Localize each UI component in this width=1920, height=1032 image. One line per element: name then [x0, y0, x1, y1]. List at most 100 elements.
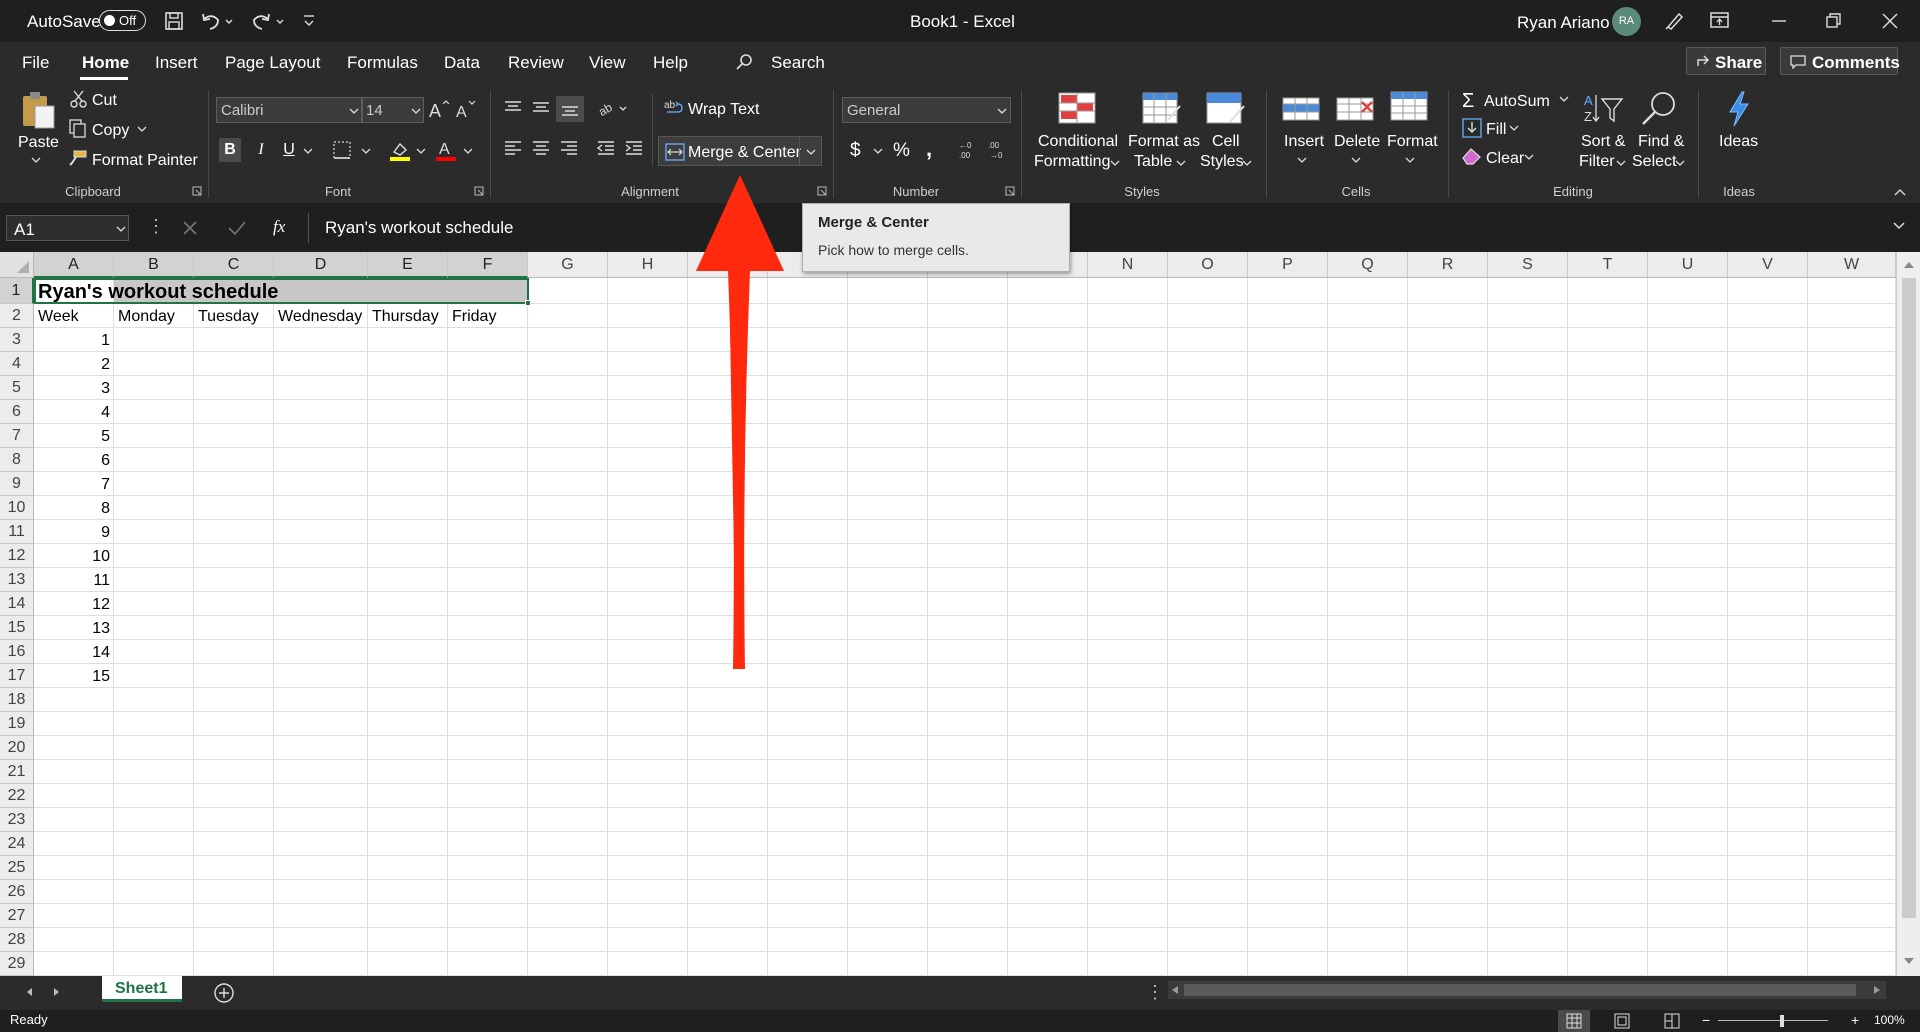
cell-styles-icon[interactable] [1206, 92, 1246, 126]
align-left-icon[interactable] [503, 140, 523, 158]
row-header[interactable]: 18 [0, 688, 34, 712]
insert-cells-icon[interactable] [1282, 92, 1322, 124]
tabs-splitter-icon[interactable]: ⋮ [1146, 983, 1164, 1001]
row-header[interactable]: 27 [0, 904, 34, 928]
increase-font-icon[interactable]: A [428, 98, 452, 120]
column-header[interactable]: A [34, 252, 114, 278]
column-header[interactable]: C [194, 252, 274, 278]
increase-decimal-icon[interactable]: ←0.00 [958, 139, 980, 161]
week-number-cell[interactable]: 10 [34, 549, 110, 565]
column-header[interactable]: R [1408, 252, 1488, 278]
conditional-formatting-label[interactable]: Conditional [1038, 134, 1118, 150]
header-cell[interactable]: Thursday [372, 309, 439, 325]
row-header[interactable]: 26 [0, 880, 34, 904]
borders-icon[interactable] [332, 140, 352, 160]
find-select-label[interactable]: Find & [1638, 134, 1684, 150]
tab-home[interactable]: Home [82, 54, 129, 71]
column-header[interactable]: H [608, 252, 688, 278]
paste-label[interactable]: Paste [18, 135, 59, 151]
restore-icon[interactable] [1824, 11, 1844, 31]
scroll-up-icon[interactable] [1903, 260, 1915, 270]
avatar[interactable]: RA [1612, 7, 1641, 36]
sort-filter-icon[interactable]: AZ [1582, 91, 1624, 127]
fill-handle[interactable] [525, 300, 531, 306]
scroll-tabs-left-icon[interactable] [24, 986, 34, 998]
week-number-cell[interactable]: 8 [34, 501, 110, 517]
week-number-cell[interactable]: 7 [34, 477, 110, 493]
add-sheet-icon[interactable] [213, 982, 235, 1004]
tab-data[interactable]: Data [444, 54, 480, 71]
insert-function-icon[interactable]: fx [273, 218, 285, 235]
column-header[interactable]: B [114, 252, 194, 278]
cell-a1-title[interactable]: Ryan's workout schedule [38, 282, 278, 302]
header-cell[interactable]: Tuesday [198, 309, 259, 325]
vertical-scroll-thumb[interactable] [1902, 278, 1916, 918]
chevron-down-icon[interactable] [415, 146, 427, 156]
header-cell[interactable]: Friday [452, 309, 496, 325]
page-break-preview-icon[interactable] [1664, 1013, 1680, 1029]
dialog-launcher-icon[interactable] [817, 186, 827, 196]
copy-icon[interactable] [68, 118, 88, 138]
chevron-down-icon[interactable] [1176, 159, 1186, 167]
column-header[interactable]: W [1808, 252, 1896, 278]
confirm-entry-icon[interactable] [227, 219, 247, 237]
week-number-cell[interactable]: 11 [34, 573, 110, 589]
italic-button[interactable]: I [250, 138, 272, 162]
dialog-launcher-icon[interactable] [192, 186, 202, 196]
conditional-formatting-icon[interactable] [1058, 92, 1096, 126]
row-header[interactable]: 12 [0, 544, 34, 568]
chevron-down-icon[interactable] [30, 155, 42, 165]
font-color-icon[interactable]: A [434, 138, 458, 162]
sheet-tab-sheet1[interactable]: Sheet1 [102, 976, 182, 1002]
currency-icon[interactable]: $ [850, 141, 861, 160]
row-header[interactable]: 11 [0, 520, 34, 544]
decrease-indent-icon[interactable] [596, 140, 616, 158]
week-number-cell[interactable]: 6 [34, 453, 110, 469]
decrease-font-icon[interactable]: A [455, 98, 479, 120]
header-cell[interactable]: Monday [118, 309, 175, 325]
comma-style-icon[interactable]: , [926, 138, 932, 160]
number-format-select[interactable]: General [842, 97, 1011, 123]
row-header[interactable]: 20 [0, 736, 34, 760]
clear-button[interactable]: Clear [1486, 151, 1524, 167]
autosave-toggle[interactable]: Off [99, 10, 146, 31]
chevron-down-icon[interactable] [462, 146, 474, 156]
percent-icon[interactable]: % [893, 141, 910, 160]
save-icon[interactable] [164, 11, 184, 31]
format-painter-icon[interactable] [68, 149, 88, 167]
column-header[interactable]: E [368, 252, 448, 278]
align-top-icon[interactable] [503, 100, 523, 116]
scroll-tabs-right-icon[interactable] [52, 986, 62, 998]
undo-icon[interactable] [200, 11, 234, 31]
sort-filter-label-2[interactable]: Filter [1579, 154, 1615, 170]
row-header[interactable]: 7 [0, 424, 34, 448]
chevron-down-icon[interactable] [1558, 94, 1570, 104]
wrap-text-button[interactable]: Wrap Text [688, 102, 759, 118]
row-header[interactable]: 9 [0, 472, 34, 496]
chevron-down-icon[interactable] [1297, 156, 1307, 164]
tab-review[interactable]: Review [508, 54, 564, 71]
autosum-icon[interactable]: Σ [1462, 91, 1474, 111]
row-header[interactable]: 25 [0, 856, 34, 880]
horizontal-scrollbar[interactable] [1168, 981, 1886, 999]
row-header[interactable]: 17 [0, 664, 34, 688]
align-bottom-button[interactable] [556, 96, 584, 122]
chevron-down-icon[interactable] [302, 146, 314, 156]
tab-help[interactable]: Help [653, 54, 688, 71]
header-cell[interactable]: Wednesday [278, 309, 362, 325]
week-number-cell[interactable]: 14 [34, 645, 110, 661]
tab-page-layout[interactable]: Page Layout [225, 54, 320, 71]
row-header[interactable]: 2 [0, 304, 34, 328]
fill-down-icon[interactable] [1462, 118, 1482, 138]
share-button[interactable]: Share [1686, 47, 1766, 75]
select-all-corner[interactable] [0, 252, 34, 278]
chevron-down-icon[interactable] [1351, 156, 1361, 164]
wrap-text-icon[interactable]: ab [664, 98, 684, 118]
scroll-down-icon[interactable] [1903, 956, 1915, 966]
column-header[interactable]: O [1168, 252, 1248, 278]
delete-cells-button[interactable]: Delete [1334, 134, 1380, 150]
pen-icon[interactable] [1664, 9, 1686, 31]
page-layout-view-icon[interactable] [1614, 1013, 1630, 1029]
chevron-down-icon[interactable] [1110, 159, 1120, 167]
cut-button[interactable]: Cut [92, 93, 117, 109]
